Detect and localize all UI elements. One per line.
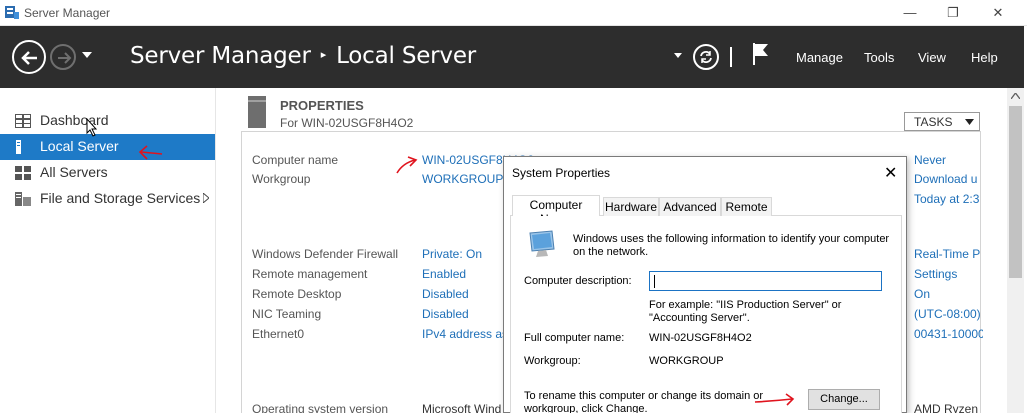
vertical-scrollbar[interactable]: [1007, 88, 1024, 413]
menu-manage[interactable]: Manage: [796, 50, 843, 65]
full-name-label: Full computer name:: [524, 332, 625, 344]
storage-icon: [15, 192, 31, 206]
property-label: Operating system version: [252, 402, 389, 413]
property-label: Computer name: [252, 153, 339, 167]
timezone-link[interactable]: (UTC-08:00): [914, 307, 983, 321]
breadcrumb: Server Manager ▸ Local Server: [130, 43, 476, 69]
change-button[interactable]: Change...: [808, 389, 880, 410]
menu-view[interactable]: View: [918, 50, 946, 65]
tab-remote[interactable]: Remote: [721, 197, 772, 216]
refresh-icon: [700, 51, 712, 63]
properties-subtitle: For WIN-02USGF8H4O2: [280, 116, 414, 130]
tab-hardware[interactable]: Hardware: [603, 197, 659, 216]
properties-icon: [248, 96, 266, 128]
example-line2: "Accounting Server".: [649, 312, 750, 324]
remote-management-link[interactable]: Enabled: [422, 267, 466, 281]
workgroup-label: Workgroup:: [524, 355, 581, 367]
sidebar-item-label: Dashboard: [40, 112, 109, 128]
dialog-title: System Properties: [512, 166, 611, 180]
dialog-tabs: Computer Name Hardware Advanced Remote: [510, 195, 902, 226]
dialog-intro-line2: on the network.: [573, 246, 649, 258]
tab-advanced[interactable]: Advanced: [659, 197, 721, 216]
notifications-flag-icon[interactable]: [752, 42, 770, 66]
refresh-button[interactable]: [693, 44, 719, 70]
sidebar-item-all-servers[interactable]: All Servers: [0, 160, 215, 186]
system-properties-dialog: System Properties ✕ Computer Name Hardwa…: [503, 156, 907, 413]
sidebar-item-local-server[interactable]: Local Server: [0, 134, 215, 160]
breadcrumb-separator-icon: ▸: [320, 48, 327, 61]
property-label: NIC Teaming: [252, 307, 322, 321]
tasks-dropdown[interactable]: TASKS: [904, 112, 980, 131]
last-checked-link[interactable]: Today at 2:3: [914, 192, 983, 206]
property-label: Remote management: [252, 267, 368, 281]
minimize-button[interactable]: —: [900, 3, 920, 23]
forward-button[interactable]: [50, 44, 76, 70]
scroll-up-icon[interactable]: [1011, 93, 1020, 99]
window-title: Server Manager: [24, 6, 111, 20]
example-line1: For example: "IIS Production Server" or: [649, 299, 842, 311]
restore-button[interactable]: ❐: [943, 3, 963, 23]
back-button[interactable]: [12, 40, 46, 74]
chevron-right-icon[interactable]: [203, 193, 209, 203]
sidebar-item-dashboard[interactable]: Dashboard: [0, 108, 215, 134]
rename-line2: workgroup, click Change.: [524, 403, 648, 413]
processor-value: AMD Ryzen: [914, 402, 979, 413]
sidebar-item-label: All Servers: [40, 164, 108, 180]
property-label: Remote Desktop: [252, 287, 342, 301]
dialog-close-icon[interactable]: ✕: [884, 163, 897, 183]
server-manager-app-icon: [5, 6, 19, 19]
dialog-intro-line1: Windows uses the following information t…: [573, 233, 890, 245]
property-label: Windows Defender Firewall: [252, 247, 399, 261]
notifications-dropdown-icon[interactable]: [674, 53, 682, 58]
properties-title: PROPERTIES: [280, 98, 364, 113]
sidebar-item-file-storage[interactable]: File and Storage Services: [0, 186, 215, 212]
workgroup-link[interactable]: WORKGROUP: [422, 172, 503, 186]
sidebar-item-label: Local Server: [40, 138, 119, 154]
breadcrumb-root[interactable]: Server Manager: [130, 43, 311, 69]
sidebar: Dashboard Local Server All Servers File …: [0, 88, 216, 413]
ie-security-link[interactable]: On: [914, 287, 983, 301]
computer-description-input[interactable]: [649, 271, 882, 291]
window-titlebar: Server Manager — ❐ ✕: [0, 0, 1027, 26]
header-divider: [730, 47, 732, 67]
scrollbar-thumb[interactable]: [1009, 106, 1022, 278]
computer-monitor-icon: [529, 230, 555, 257]
property-label: Workgroup: [252, 172, 311, 186]
breadcrumb-current: Local Server: [336, 43, 477, 69]
menu-help[interactable]: Help: [971, 50, 998, 65]
firewall-link[interactable]: Private: On: [422, 247, 482, 261]
windows-update-link[interactable]: Download u: [914, 172, 983, 186]
tasks-label: TASKS: [914, 115, 953, 129]
sidebar-item-label: File and Storage Services: [40, 190, 201, 206]
chevron-down-icon: [965, 119, 974, 125]
remote-desktop-link[interactable]: Disabled: [422, 287, 469, 301]
feedback-link[interactable]: Settings: [914, 267, 983, 281]
tab-computer-name[interactable]: Computer Name: [512, 195, 600, 226]
product-id-link[interactable]: 00431-10000: [914, 327, 983, 341]
server-icon: [16, 140, 21, 154]
property-label: Ethernet0: [252, 327, 305, 341]
arrow-right-icon: [58, 52, 72, 64]
workgroup-value: WORKGROUP: [649, 355, 724, 367]
dashboard-grid-icon: [15, 114, 31, 128]
last-updates-link[interactable]: Never: [914, 153, 983, 167]
description-label: Computer description:: [524, 275, 632, 287]
text-caret: [654, 275, 655, 288]
antivirus-link[interactable]: Real-Time P: [914, 247, 983, 261]
app-header: Server Manager ▸ Local Server Manage Tools…: [0, 26, 1024, 88]
nic-teaming-link[interactable]: Disabled: [422, 307, 469, 321]
rename-line1: To rename this computer or change its do…: [524, 390, 764, 402]
servers-grid-icon: [15, 166, 31, 180]
ethernet-link[interactable]: IPv4 address as: [422, 327, 508, 341]
menu-tools[interactable]: Tools: [864, 50, 894, 65]
history-dropdown-icon[interactable]: [82, 52, 92, 58]
os-version-value: Microsoft Wind: [422, 402, 502, 413]
close-button[interactable]: ✕: [988, 3, 1008, 23]
full-name-value: WIN-02USGF8H4O2: [649, 332, 752, 344]
arrow-left-icon: [21, 51, 37, 65]
